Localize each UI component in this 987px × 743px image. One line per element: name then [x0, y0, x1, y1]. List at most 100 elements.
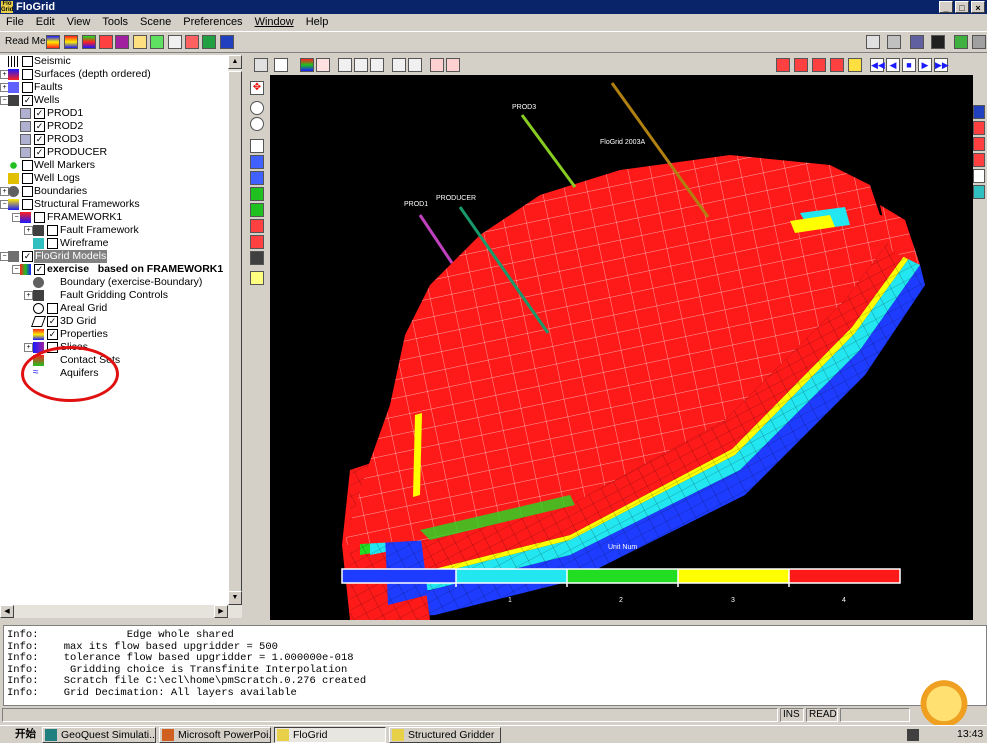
- tree-checkbox[interactable]: [47, 225, 58, 236]
- vertical-scale2-icon[interactable]: [446, 58, 460, 72]
- rotate-icon[interactable]: [338, 58, 352, 72]
- tree-checkbox[interactable]: [22, 160, 33, 171]
- tree-item-3d-grid[interactable]: ✓ 3D Grid: [0, 315, 228, 328]
- tree-checkbox[interactable]: [22, 56, 33, 67]
- tree-item-properties[interactable]: ✓ Properties: [0, 328, 228, 341]
- minimize-button[interactable]: _: [939, 1, 953, 13]
- property-tool-icon[interactable]: [115, 35, 129, 49]
- tree-checkbox[interactable]: [22, 186, 33, 197]
- tree-checkbox[interactable]: [22, 199, 33, 210]
- tree-item-fault-framework[interactable]: + Fault Framework: [0, 224, 228, 237]
- save-view-icon[interactable]: [866, 35, 880, 49]
- wand-tool-icon[interactable]: [133, 35, 147, 49]
- step-back-icon[interactable]: ◀: [886, 58, 900, 72]
- view-b-icon[interactable]: [794, 58, 808, 72]
- view-c-icon[interactable]: [812, 58, 826, 72]
- menu-preferences[interactable]: Preferences: [177, 14, 248, 30]
- grid-tool-icon[interactable]: [99, 35, 113, 49]
- tree-item-slices[interactable]: + Slices: [0, 341, 228, 354]
- tree-item-structural-frameworks[interactable]: − Structural Frameworks: [0, 198, 228, 211]
- menu-help[interactable]: Help: [300, 14, 335, 30]
- view-a-icon[interactable]: [776, 58, 790, 72]
- frame2-icon[interactable]: [408, 58, 422, 72]
- taskbar-item-flogrid[interactable]: FloGrid: [274, 727, 386, 743]
- fast-forward-icon[interactable]: ▶▶: [934, 58, 949, 72]
- monitor-icon[interactable]: [931, 35, 945, 49]
- flogrid-app-icon[interactable]: Flo Grid: [1, 1, 13, 13]
- tree-item-prod2[interactable]: ✓ PROD2: [0, 120, 228, 133]
- expand-icon[interactable]: +: [24, 343, 33, 352]
- taskbar-item-powerpoint[interactable]: Microsoft PowerPoi...: [159, 727, 271, 743]
- menu-tools[interactable]: Tools: [96, 14, 134, 30]
- right-tool-6-icon[interactable]: [973, 185, 985, 199]
- seismic-tool-icon[interactable]: [46, 35, 60, 49]
- misc-tool-icon[interactable]: [972, 35, 986, 49]
- tree-item-well-markers[interactable]: Well Markers: [0, 159, 228, 172]
- right-tool-1-icon[interactable]: [973, 105, 985, 119]
- 3d-viewport[interactable]: PROD1 PRODUCER PROD3 FloGrid 2003A Unit …: [270, 75, 973, 620]
- tree-checkbox[interactable]: [34, 212, 45, 223]
- scroll-thumb[interactable]: [228, 71, 242, 599]
- grid-view-icon[interactable]: [316, 58, 330, 72]
- view-d-icon[interactable]: [830, 58, 844, 72]
- tree-item-producer[interactable]: ✓ PRODUCER: [0, 146, 228, 159]
- play-icon[interactable]: ▶: [918, 58, 932, 72]
- read-me-button[interactable]: Read Me: [2, 34, 49, 50]
- menu-file[interactable]: File: [0, 14, 30, 30]
- tree-checkbox[interactable]: ✓: [34, 134, 45, 145]
- export-tool-icon[interactable]: [220, 35, 234, 49]
- tree-item-prod3[interactable]: ✓ PROD3: [0, 133, 228, 146]
- scroll-down-button[interactable]: ▼: [228, 591, 242, 605]
- scroll-right-button[interactable]: ▶: [214, 605, 228, 618]
- tree-checkbox[interactable]: ✓: [22, 95, 33, 106]
- menu-view[interactable]: View: [61, 14, 97, 30]
- expand-icon[interactable]: +: [24, 226, 33, 235]
- tree-item-seismic[interactable]: Seismic: [0, 55, 228, 68]
- cube-view-6-icon[interactable]: [250, 219, 264, 233]
- tree-item-areal-grid[interactable]: Areal Grid: [0, 302, 228, 315]
- tree-checkbox[interactable]: ✓: [22, 251, 33, 262]
- right-tool-4-icon[interactable]: [973, 153, 985, 167]
- start-button[interactable]: 开始: [1, 727, 36, 743]
- zoom-icon[interactable]: [354, 58, 368, 72]
- tree-item-fault-gridding-controls[interactable]: + Fault Gridding Controls: [0, 289, 228, 302]
- tree-checkbox[interactable]: [47, 238, 58, 249]
- scroll-up-button[interactable]: ▲: [228, 55, 242, 69]
- tray-icon[interactable]: [907, 729, 919, 741]
- pencil-tool-icon[interactable]: [150, 35, 164, 49]
- tree-item-prod1[interactable]: ✓ PROD1: [0, 107, 228, 120]
- tree-item-well-logs[interactable]: Well Logs: [0, 172, 228, 185]
- print-icon[interactable]: [887, 35, 901, 49]
- menu-edit[interactable]: Edit: [30, 14, 61, 30]
- tree-item-framework1[interactable]: − FRAMEWORK1: [0, 211, 228, 224]
- chart-tool-icon[interactable]: [185, 35, 199, 49]
- select-icon[interactable]: [254, 58, 268, 72]
- tree-checkbox[interactable]: [47, 303, 58, 314]
- tree-item-boundaries[interactable]: + Boundaries: [0, 185, 228, 198]
- tree-vertical-scrollbar[interactable]: ▲ ▼: [228, 55, 242, 605]
- cube-view-3-icon[interactable]: [250, 171, 264, 185]
- tree-checkbox[interactable]: [22, 173, 33, 184]
- tree-checkbox[interactable]: ✓: [34, 121, 45, 132]
- close-button[interactable]: ×: [971, 1, 985, 13]
- reservoir-model-scene[interactable]: PROD1 PRODUCER PROD3 FloGrid 2003A Unit …: [270, 75, 973, 620]
- scissors-tool-icon[interactable]: [168, 35, 182, 49]
- info-console[interactable]: Info: Edge whole shared Info: max its flo…: [3, 625, 987, 706]
- orbit-icon[interactable]: [250, 101, 264, 115]
- cube-view-4-icon[interactable]: [250, 187, 264, 201]
- tray-clock[interactable]: 13:43: [957, 728, 983, 740]
- right-tool-5-icon[interactable]: [973, 169, 985, 183]
- tree-item-surfaces[interactable]: + Surfaces (depth ordered): [0, 68, 228, 81]
- taskbar-item-geoquest[interactable]: GeoQuest Simulati...: [42, 727, 156, 743]
- cube-view-7-icon[interactable]: [250, 235, 264, 249]
- taskbar-item-structured-gridder[interactable]: Structured Gridder: [389, 727, 501, 743]
- tree-checkbox[interactable]: ✓: [34, 147, 45, 158]
- right-tool-2-icon[interactable]: [973, 121, 985, 135]
- tree-item-wireframe[interactable]: Wireframe: [0, 237, 228, 250]
- maximize-button[interactable]: □: [955, 1, 969, 13]
- traffic-light-icon[interactable]: [250, 251, 264, 265]
- frame-icon[interactable]: [392, 58, 406, 72]
- menu-scene[interactable]: Scene: [134, 14, 177, 30]
- tree-checkbox[interactable]: [22, 69, 33, 80]
- light-bulb-icon[interactable]: [250, 271, 264, 285]
